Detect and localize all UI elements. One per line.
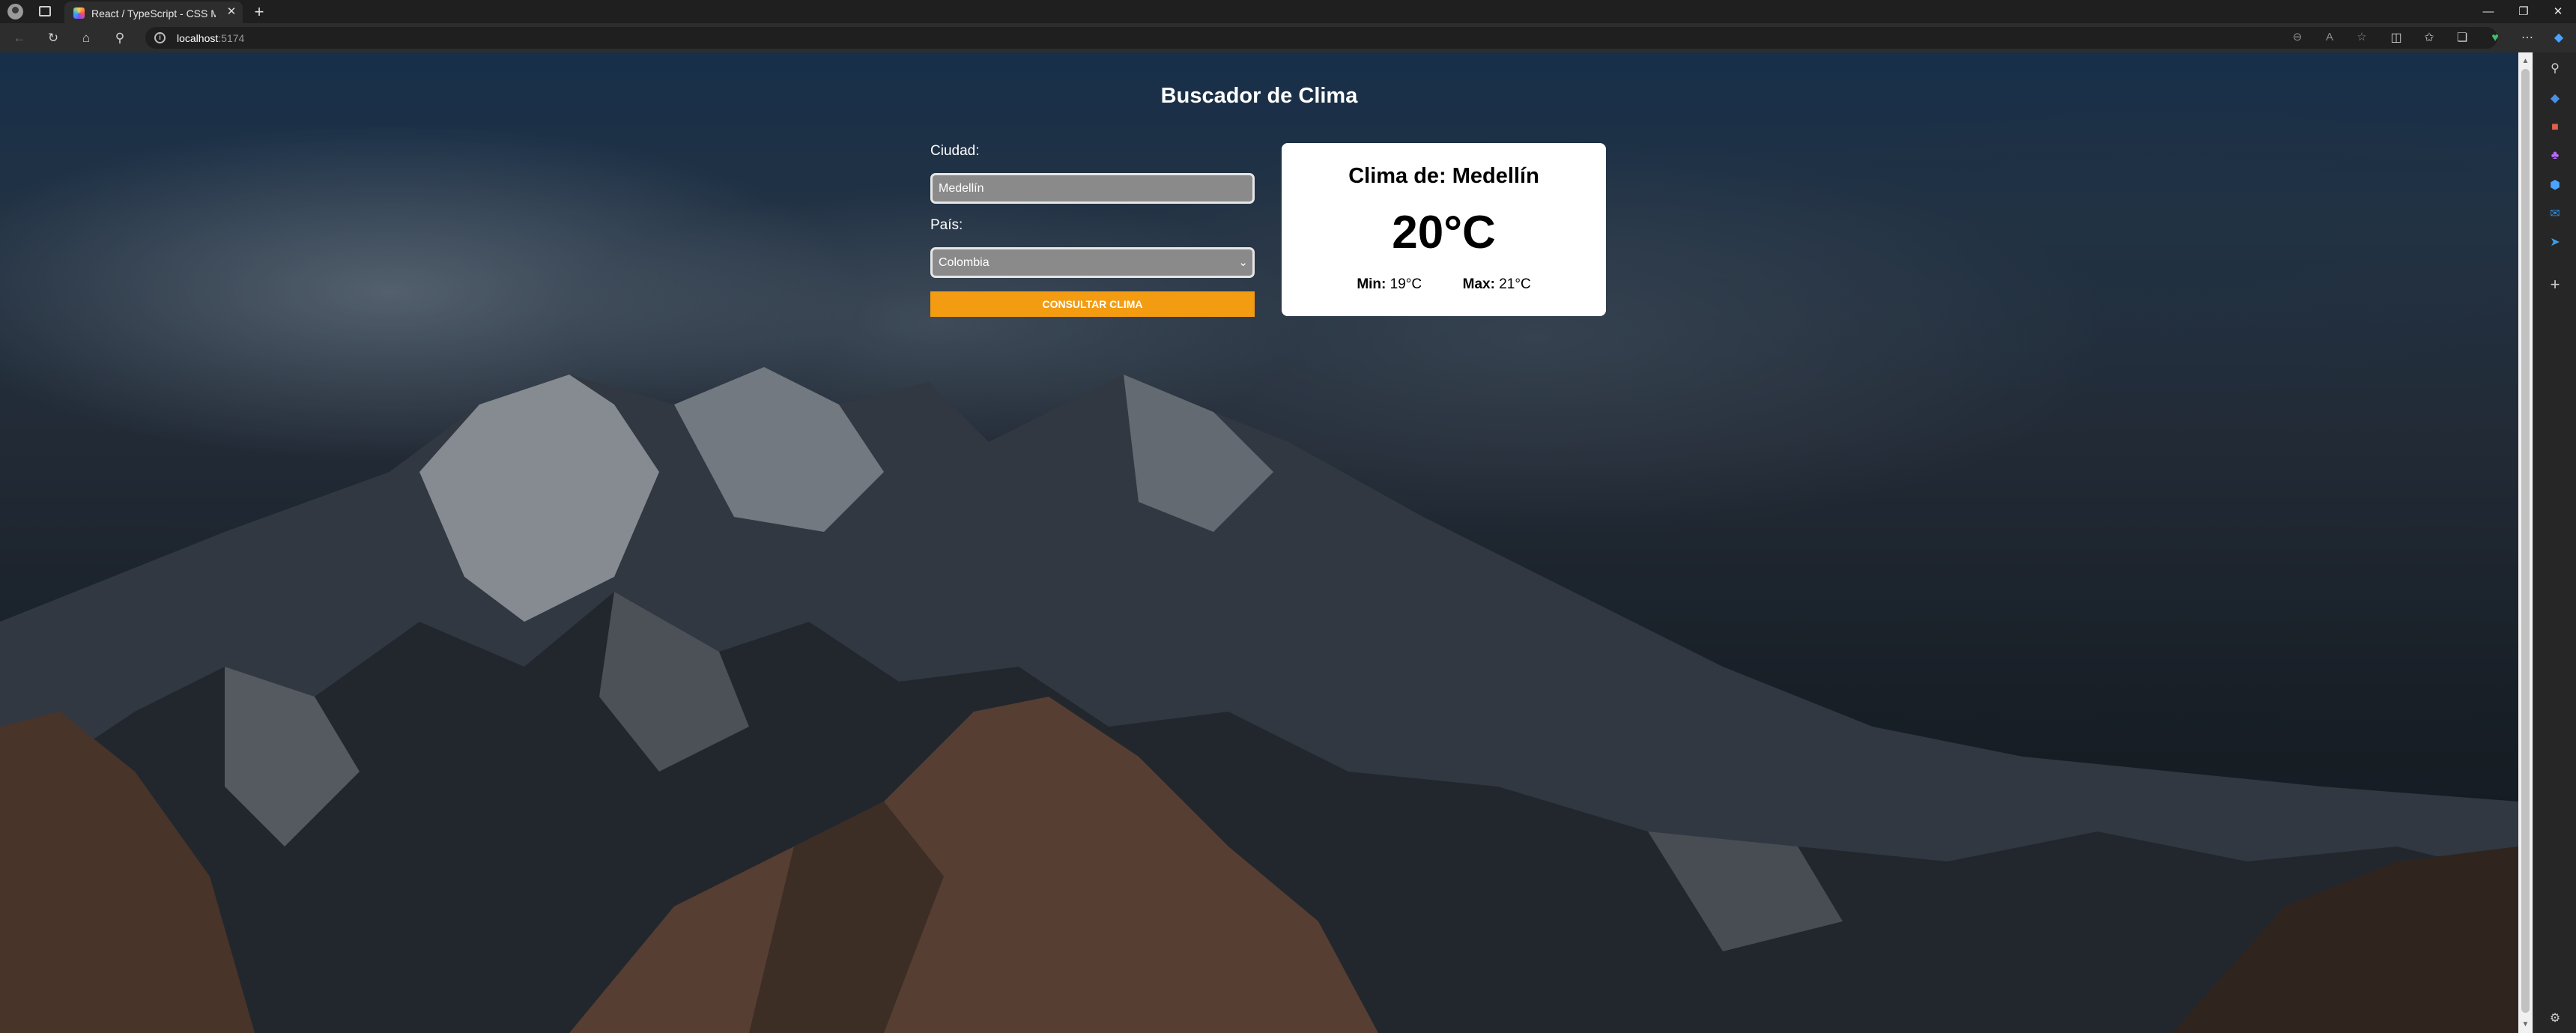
browser-toolbar: ← ↻ ⌂ ⚲ i localhost:5174 ⊖ A ☆ ◫ ✩ ❏ ♥ ⋯… (0, 23, 2576, 52)
country-select-value: Colombia (939, 256, 990, 269)
max-value: 21°C (1499, 276, 1531, 292)
sidebar-add-icon[interactable]: + (2545, 274, 2566, 295)
sidebar-drop-icon[interactable]: ➤ (2545, 232, 2566, 253)
background-overlay (0, 52, 2518, 1033)
browser-titlebar: React / TypeScript - CSS Modules ✕ + — ❐… (0, 0, 2576, 23)
tab-title: React / TypeScript - CSS Modules (91, 7, 216, 19)
sidebar-games-icon[interactable]: ♣ (2545, 145, 2566, 166)
city-input[interactable]: Medellín (930, 173, 1255, 204)
profile-avatar-icon[interactable] (7, 4, 23, 19)
page-viewport: Buscador de Clima Ciudad: Medellín País:… (0, 52, 2518, 1033)
sidebar-settings-icon[interactable]: ⚙ (2545, 1008, 2566, 1029)
close-window-button[interactable]: ✕ (2547, 3, 2569, 21)
url-text: localhost:5174 (177, 32, 245, 44)
page-scrollbar[interactable]: ▲ ▼ (2518, 52, 2533, 1033)
submit-button[interactable]: Consultar Clima (930, 291, 1255, 317)
max-label: Max: (1462, 276, 1495, 292)
sidebar-shopping-icon[interactable]: ◆ (2545, 88, 2566, 109)
min-label: Min: (1357, 276, 1387, 292)
scroll-down-icon[interactable]: ▼ (2518, 1017, 2533, 1032)
collections-icon[interactable]: ❏ (2453, 29, 2471, 47)
browser-tab[interactable]: React / TypeScript - CSS Modules ✕ (64, 1, 243, 23)
scroll-up-icon[interactable]: ▲ (2518, 54, 2533, 68)
tab-close-icon[interactable]: ✕ (225, 5, 238, 19)
country-label: País: (930, 217, 963, 233)
scroll-thumb[interactable] (2521, 69, 2530, 1013)
settings-more-icon[interactable]: ⋯ (2518, 29, 2536, 47)
page-title: Buscador de Clima (1160, 84, 1358, 108)
weather-city-title: Clima de: Medellín (1348, 164, 1539, 188)
minimize-button[interactable]: — (2477, 3, 2500, 21)
search-icon[interactable]: ⚲ (111, 29, 129, 47)
home-icon[interactable]: ⌂ (77, 29, 95, 47)
tab-actions-icon[interactable] (39, 6, 51, 16)
sidebar-tools-icon[interactable]: ■ (2545, 117, 2566, 138)
weather-search-form: Ciudad: Medellín País: Colombia ⌄ Consul… (930, 143, 1255, 317)
chevron-down-icon: ⌄ (1238, 256, 1248, 269)
site-info-icon[interactable]: i (154, 32, 166, 43)
sidebar-search-icon[interactable]: ⚲ (2545, 58, 2566, 79)
sidebar-outlook-icon[interactable]: ✉ (2545, 204, 2566, 225)
copilot-icon[interactable]: ◆ (2550, 29, 2568, 47)
city-label: Ciudad: (930, 143, 980, 159)
favorite-star-icon[interactable]: ☆ (2354, 29, 2370, 46)
refresh-icon[interactable]: ↻ (44, 29, 62, 47)
read-aloud-icon[interactable]: A (2321, 29, 2338, 46)
zoom-icon[interactable]: ⊖ (2289, 29, 2306, 46)
min-value: 19°C (1389, 276, 1422, 292)
sidebar-microsoft365-icon[interactable]: ⬢ (2545, 175, 2566, 196)
favorites-icon[interactable]: ✩ (2420, 29, 2438, 47)
maximize-button[interactable]: ❐ (2512, 3, 2535, 21)
split-screen-icon[interactable]: ◫ (2387, 29, 2405, 47)
browser-essentials-icon[interactable]: ♥ (2486, 29, 2504, 47)
browser-sidebar: ⚲ ◆ ■ ♣ ⬢ ✉ ➤ + ⚙ (2533, 52, 2576, 1033)
back-icon[interactable]: ← (10, 29, 28, 47)
weather-result-card: Clima de: Medellín 20°C Min: 19°C Max: 2… (1282, 143, 1606, 316)
new-tab-button[interactable]: + (250, 3, 268, 21)
address-bar[interactable]: i localhost:5174 ⊖ A ☆ (145, 27, 2497, 49)
country-select[interactable]: Colombia ⌄ (930, 247, 1255, 278)
current-temperature: 20°C (1392, 207, 1496, 258)
react-favicon-icon (73, 7, 85, 19)
min-max-temperatures: Min: 19°C Max: 21°C (1282, 276, 1606, 293)
